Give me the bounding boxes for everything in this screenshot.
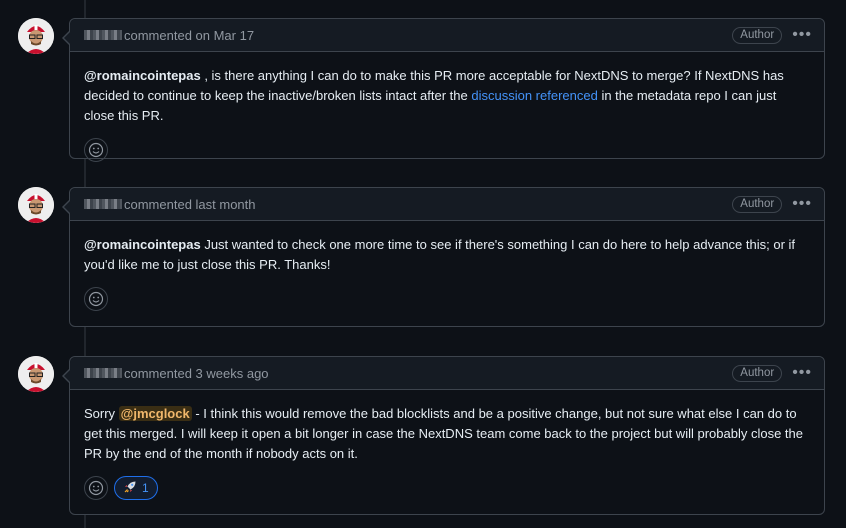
comment-box: commented last month Author ••• @romainc…: [62, 187, 825, 327]
comment-header: commented 3 weeks ago Author •••: [70, 357, 824, 390]
comment-text: Sorry: [84, 406, 119, 421]
rocket-reaction-button[interactable]: 1: [114, 476, 158, 500]
comment-header: commented on Mar 17 Author •••: [70, 19, 824, 52]
rocket-icon: [123, 480, 137, 497]
author-badge: Author: [732, 364, 783, 382]
comment-body: @romaincointepas Just wanted to check on…: [70, 221, 824, 287]
user-mention[interactable]: @romaincointepas: [84, 68, 201, 83]
reactions-bar: [70, 138, 824, 174]
reactions-bar: [70, 287, 824, 323]
kebab-horizontal-icon[interactable]: •••: [792, 365, 812, 381]
reactions-bar: 1: [70, 476, 824, 512]
author-name-blurred[interactable]: [84, 30, 122, 40]
comment-timestamp[interactable]: commented 3 weeks ago: [124, 366, 269, 381]
comment-box: commented 3 weeks ago Author ••• Sorry @…: [62, 356, 825, 515]
comment-body: @romaincointepas , is there anything I c…: [70, 52, 824, 138]
discussion-link[interactable]: discussion referenced: [471, 88, 597, 103]
avatar[interactable]: [18, 187, 54, 223]
comment-timestamp[interactable]: commented on Mar 17: [124, 28, 254, 43]
user-mention[interactable]: @romaincointepas: [84, 237, 201, 252]
reaction-count: 1: [142, 481, 149, 495]
author-badge: Author: [732, 26, 783, 44]
kebab-horizontal-icon[interactable]: •••: [792, 27, 812, 43]
user-mention-highlighted[interactable]: @jmcglock: [118, 406, 192, 421]
comment-header: commented last month Author •••: [70, 188, 824, 221]
avatar[interactable]: [18, 18, 54, 54]
author-name-blurred[interactable]: [84, 199, 122, 209]
comment-text: - I think this would remove the bad bloc…: [84, 406, 803, 461]
smiley-icon[interactable]: [84, 476, 108, 500]
avatar[interactable]: [18, 356, 54, 392]
kebab-horizontal-icon[interactable]: •••: [792, 196, 812, 212]
comment-timestamp[interactable]: commented last month: [124, 197, 256, 212]
author-name-blurred[interactable]: [84, 368, 122, 378]
smiley-icon[interactable]: [84, 138, 108, 162]
comment-body: Sorry @jmcglock - I think this would rem…: [70, 390, 824, 476]
author-badge: Author: [732, 195, 783, 213]
smiley-icon[interactable]: [84, 287, 108, 311]
comment-box: commented on Mar 17 Author ••• @romainco…: [62, 18, 825, 162]
